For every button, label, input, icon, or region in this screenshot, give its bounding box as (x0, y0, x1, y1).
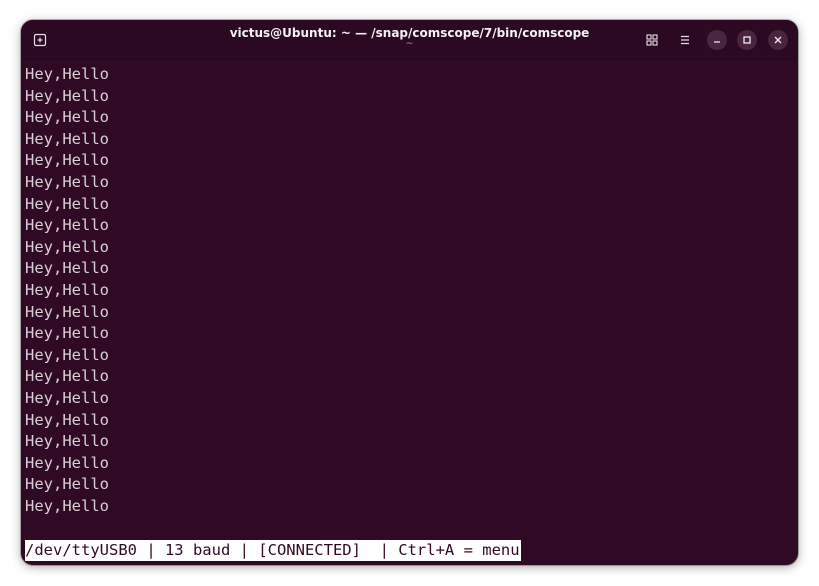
terminal-line: Hey,Hello (25, 216, 109, 235)
terminal-window: victus@Ubuntu: ~ — /snap/comscope/7/bin/… (21, 20, 798, 565)
hamburger-menu-icon[interactable] (676, 31, 694, 49)
minimize-icon (714, 41, 720, 43)
terminal-line: Hey,Hello (25, 410, 109, 429)
maximize-icon (743, 36, 751, 44)
terminal-line: Hey,Hello (25, 388, 109, 407)
terminal-line: Hey,Hello (25, 475, 109, 494)
terminal-line: Hey,Hello (25, 280, 109, 299)
terminal-line: Hey,Hello (25, 496, 109, 515)
terminal-line: Hey,Hello (25, 324, 109, 343)
terminal-line: Hey,Hello (25, 302, 109, 321)
terminal-line: Hey,Hello (25, 237, 109, 256)
new-tab-icon[interactable] (33, 33, 47, 47)
minimize-button[interactable] (707, 30, 727, 50)
terminal-line: Hey,Hello (25, 108, 109, 127)
terminal-output[interactable]: Hey,Hello Hey,Hello Hey,Hello Hey,Hello Hey,… (25, 64, 795, 517)
close-icon (774, 36, 782, 44)
terminal-line: Hey,Hello (25, 345, 109, 364)
terminal-line: Hey,Hello (25, 151, 109, 170)
terminal-line: Hey,Hello (25, 453, 109, 472)
terminal-line: Hey,Hello (25, 259, 109, 278)
grid-icon[interactable] (643, 31, 661, 49)
terminal-line: Hey,Hello (25, 86, 109, 105)
close-button[interactable] (768, 30, 788, 50)
terminal-line: Hey,Hello (25, 65, 109, 83)
terminal-line: Hey,Hello (25, 432, 109, 451)
terminal-line: Hey,Hello (25, 194, 109, 213)
terminal-line: Hey,Hello (25, 367, 109, 386)
title-bar[interactable]: victus@Ubuntu: ~ — /snap/comscope/7/bin/… (21, 20, 798, 60)
window-title: victus@Ubuntu: ~ — /snap/comscope/7/bin/… (229, 26, 590, 40)
status-bar: /dev/ttyUSB0 | 13 baud | [CONNECTED] | C… (25, 540, 521, 561)
window-title-area: victus@Ubuntu: ~ — /snap/comscope/7/bin/… (171, 20, 648, 59)
window-subtitle: ~ (405, 39, 414, 49)
terminal-line: Hey,Hello (25, 172, 109, 191)
terminal-line: Hey,Hello (25, 129, 109, 148)
maximize-button[interactable] (737, 30, 757, 50)
